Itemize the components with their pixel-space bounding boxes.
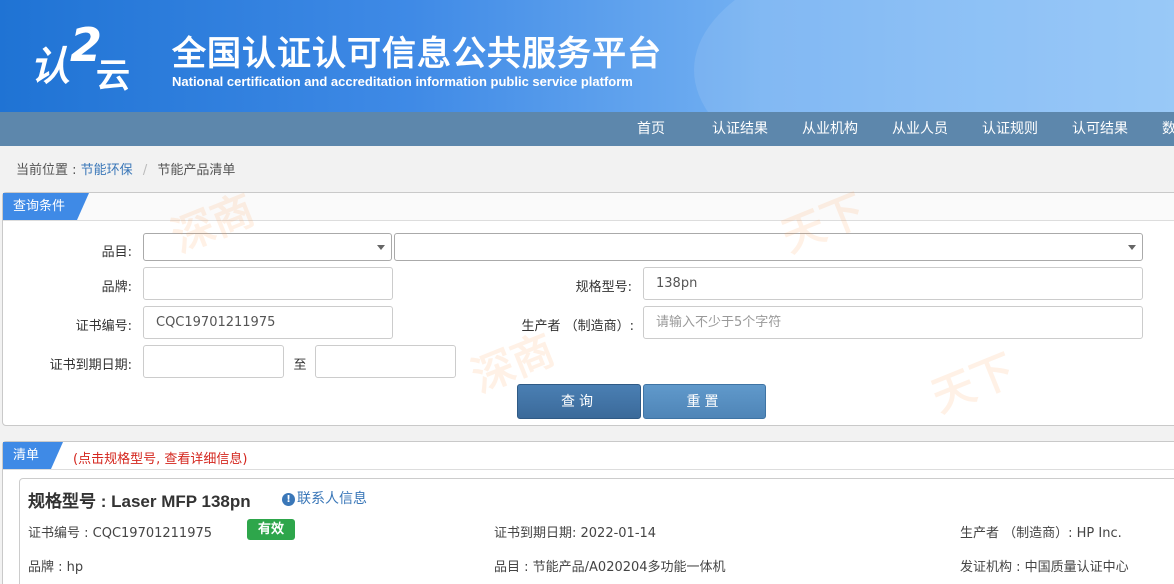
chevron-down-icon [1128, 245, 1136, 250]
logo-char-1: 认 [30, 44, 70, 90]
producer-text: 生产者 （制造商）: HP Inc. [960, 526, 1122, 541]
chevron-down-icon [377, 245, 385, 250]
breadcrumb-separator: / [142, 163, 148, 178]
expiry-to-label: 至 [293, 358, 307, 373]
cert-no-input[interactable]: CQC19701211975 [143, 306, 393, 339]
category-text: 品目 : 节能产品/A020204多功能一体机 [494, 560, 726, 575]
expiry-from-input[interactable] [143, 345, 284, 378]
logo-char-3: 云 [96, 56, 130, 96]
nav-item-data[interactable]: 数 [1162, 112, 1174, 146]
list-hint: (点击规格型号, 查看详细信息) [73, 452, 248, 467]
list-panel: 清单 (点击规格型号, 查看详细信息) 规格型号 : Laser MFP 138… [2, 441, 1174, 584]
nav-item-accreditation-results[interactable]: 认可结果 [1072, 112, 1128, 146]
breadcrumb: 当前位置 : 节能环保 / 节能产品清单 [16, 159, 235, 178]
list-panel-tag: 清单 [3, 442, 64, 469]
site-logo[interactable]: 认 2 云 [30, 18, 140, 96]
category-select[interactable] [143, 233, 392, 261]
nav-item-personnel[interactable]: 从业人员 [892, 112, 948, 146]
model-label: 规格型号: [575, 280, 632, 295]
reset-button[interactable]: 重置 [643, 384, 766, 419]
contact-info-label: 联系人信息 [297, 491, 367, 507]
subcategory-select[interactable] [394, 233, 1143, 261]
list-item: 规格型号 : Laser MFP 138pn ! 联系人信息 证书编号 : CQC… [19, 478, 1174, 584]
site-title: 全国认证认可信息公共服务平台 [172, 34, 662, 74]
query-panel-tag: 查询条件 [3, 193, 90, 220]
model-link[interactable]: 规格型号 : Laser MFP 138pn [28, 487, 251, 512]
list-panel-header: 清单 (点击规格型号, 查看详细信息) [3, 442, 1174, 470]
contact-info-link[interactable]: ! 联系人信息 [282, 488, 367, 508]
info-icon: ! [282, 493, 295, 506]
category-label: 品目: [101, 245, 132, 260]
nav-item-cert-results[interactable]: 认证结果 [712, 112, 768, 146]
breadcrumb-current: 节能产品清单 [157, 163, 236, 178]
cert-no-label: 证书编号: [75, 319, 132, 334]
producer-input[interactable]: 请输入不少于5个字符 [643, 306, 1143, 339]
cert-no-text: 证书编号 : CQC19701211975 [28, 526, 213, 541]
brand-input[interactable] [143, 267, 393, 300]
producer-label: 生产者 （制造商）: [521, 319, 634, 334]
query-panel-header: 查询条件 [3, 193, 1174, 221]
expiry-label: 证书到期日期: [49, 358, 132, 373]
header-decoration [694, 0, 1174, 112]
expiry-text: 证书到期日期: 2022-01-14 [494, 526, 657, 541]
main-nav: 首页 认证结果 从业机构 从业人员 认证规则 认可结果 数 [0, 112, 1174, 146]
query-button[interactable]: 查询 [517, 384, 641, 419]
brand-label: 品牌: [101, 280, 132, 295]
nav-item-home[interactable]: 首页 [637, 112, 665, 146]
site-header: 认 2 云 全国认证认可信息公共服务平台 National certificat… [0, 0, 1174, 112]
expiry-to-input[interactable] [315, 345, 456, 378]
brand-text: 品牌 : hp [28, 560, 84, 575]
breadcrumb-prefix: 当前位置 : [16, 163, 77, 178]
nav-item-institutions[interactable]: 从业机构 [802, 112, 858, 146]
issuer-text: 发证机构 : 中国质量认证中心 [960, 560, 1129, 575]
breadcrumb-link[interactable]: 节能环保 [81, 163, 133, 178]
status-badge: 有效 [247, 519, 295, 540]
nav-item-cert-rules[interactable]: 认证规则 [982, 112, 1038, 146]
model-input[interactable]: 138pn [643, 267, 1143, 300]
site-subtitle: National certification and accreditation… [172, 74, 633, 89]
